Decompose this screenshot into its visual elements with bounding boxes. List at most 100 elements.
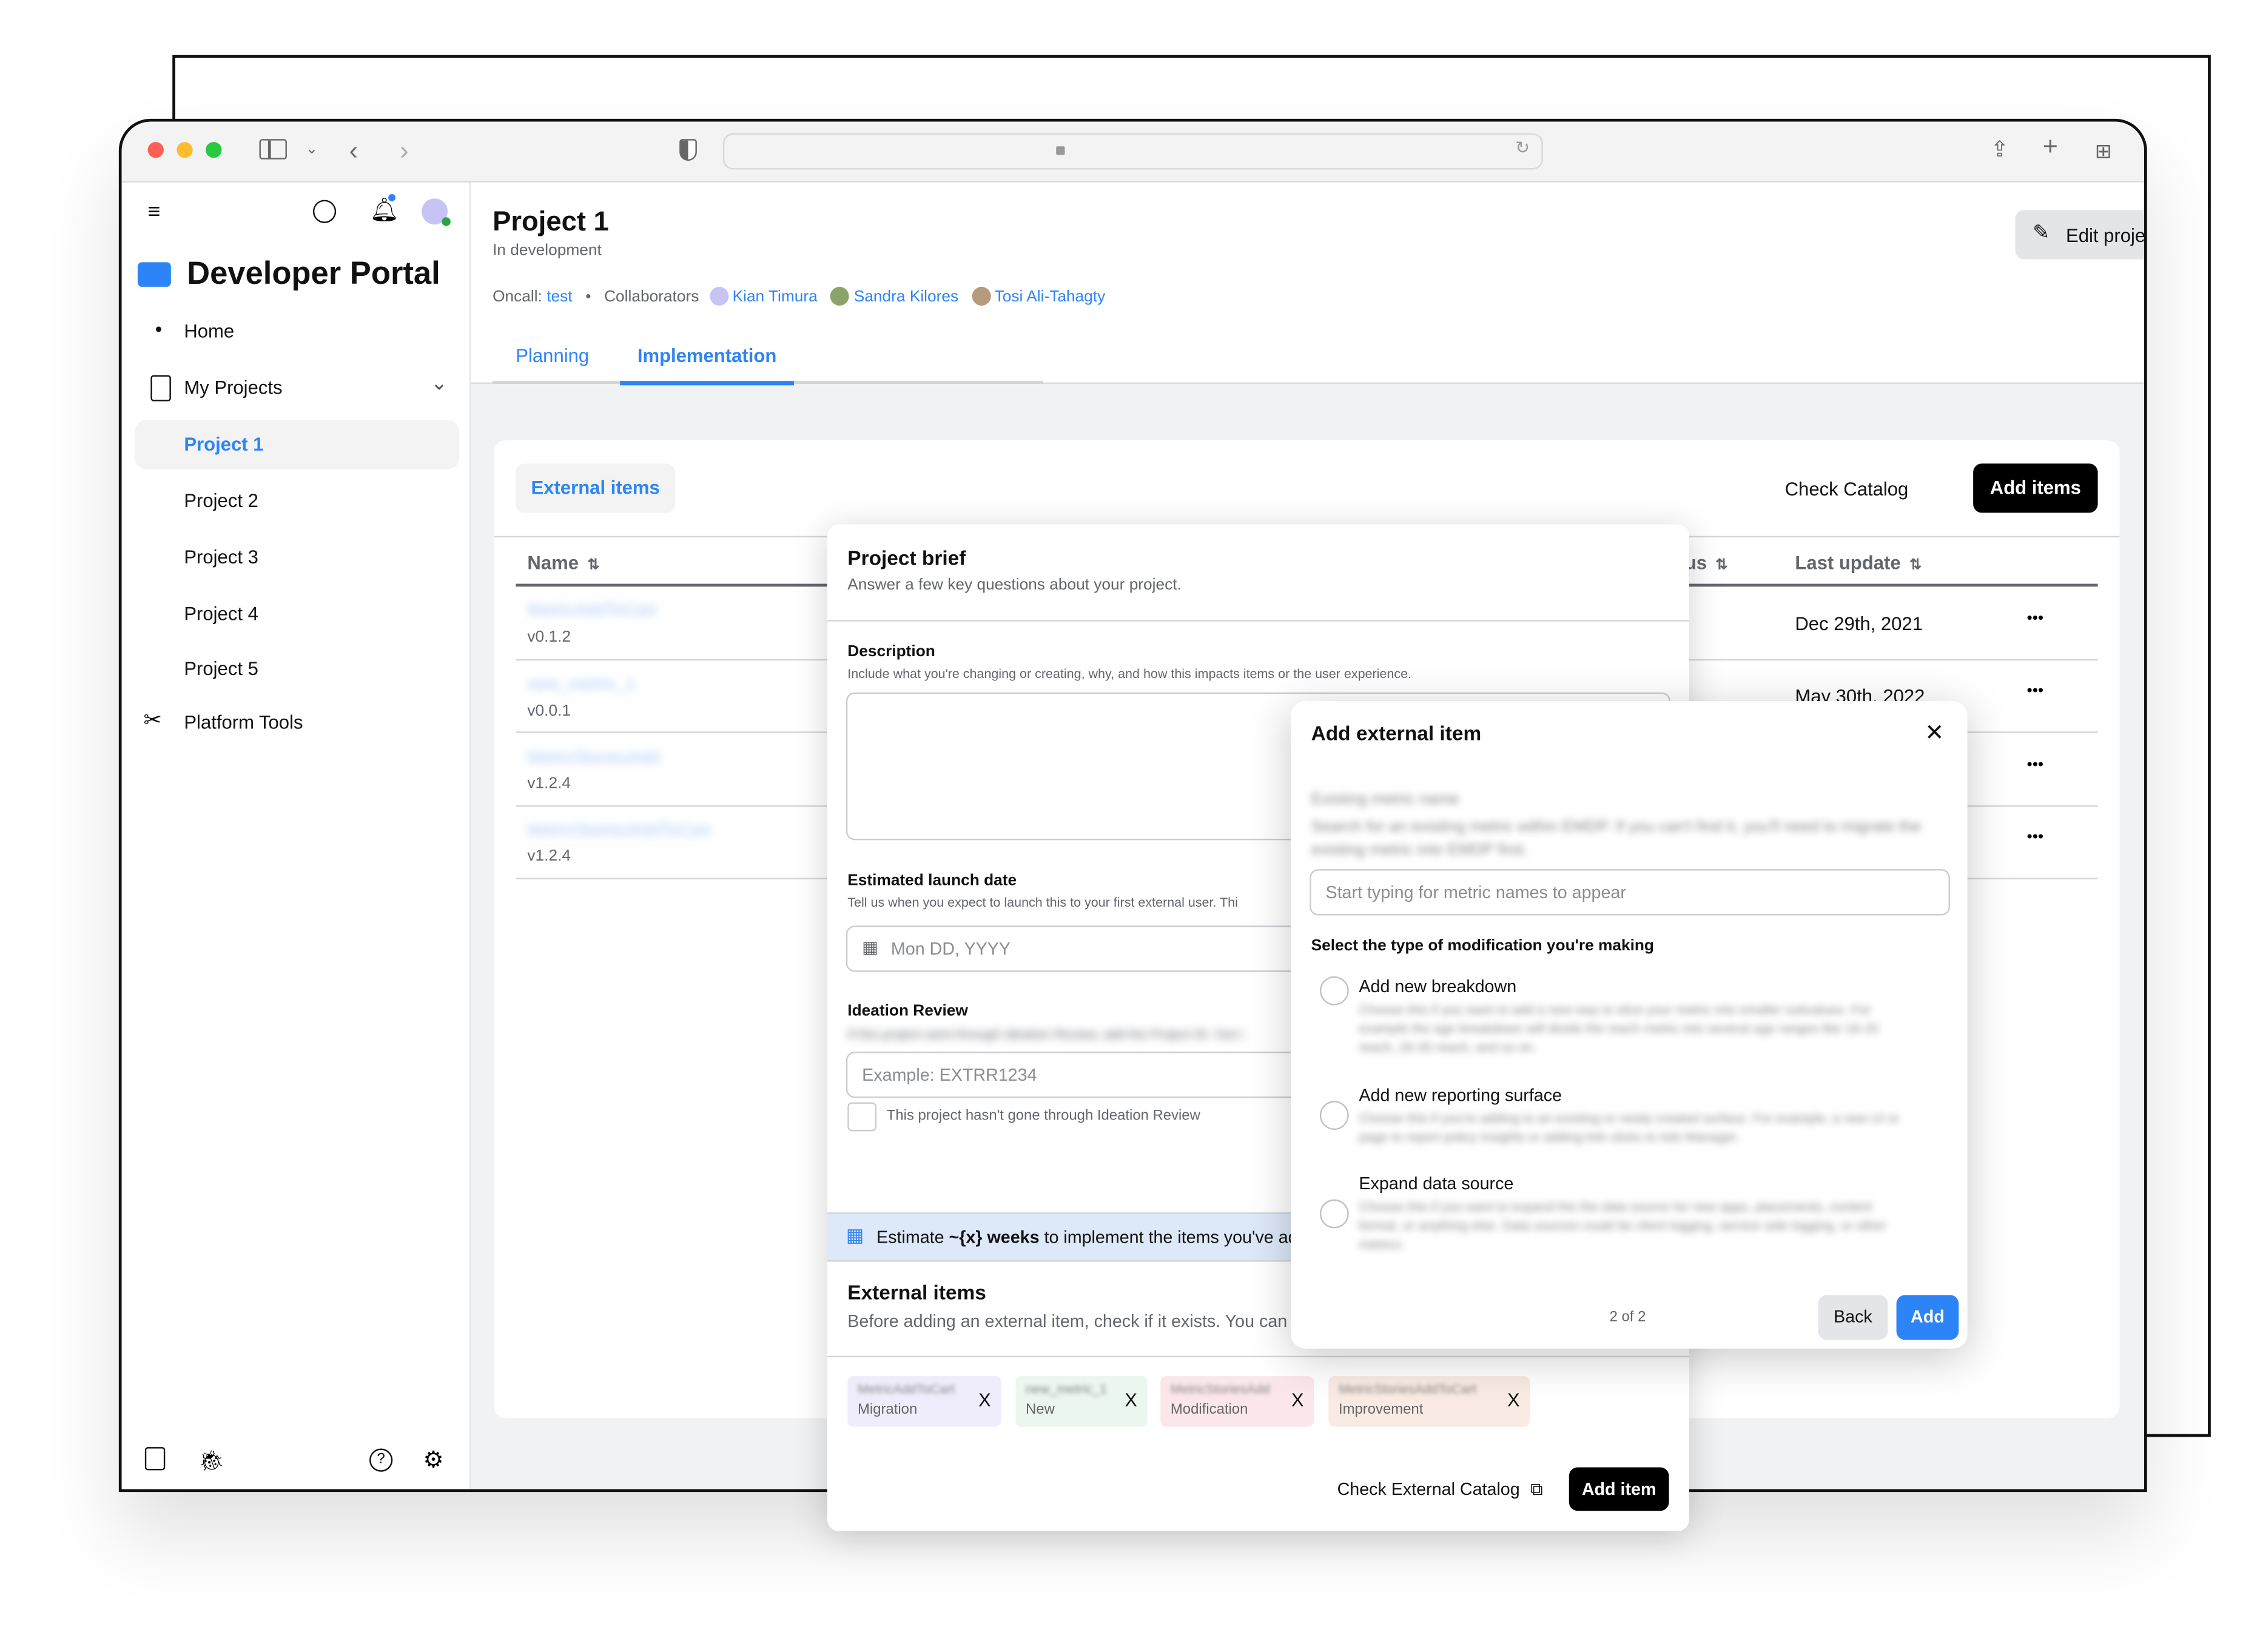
option-description: Choose this if you're adding to an exist…: [1359, 1110, 1900, 1144]
back-icon[interactable]: ‹: [349, 136, 358, 166]
ideation-review-checkbox-label: This project hasn't gone through Ideatio…: [886, 1108, 1200, 1124]
sidebar-item-home[interactable]: • Home: [135, 307, 459, 356]
column-header-last-update[interactable]: Last update ⇅: [1795, 552, 1922, 574]
row-menu-button[interactable]: •••: [2027, 682, 2044, 700]
app-title: Developer Portal: [187, 255, 440, 292]
tools-icon: ✂︎: [143, 708, 162, 733]
option-title: Add new breakdown: [1359, 976, 1517, 997]
sidebar-item-my-projects[interactable]: My Projects ⌄: [135, 364, 459, 413]
column-header-status[interactable]: us ⇅: [1685, 552, 1728, 574]
remove-chip-icon[interactable]: X: [978, 1389, 991, 1411]
bug-icon[interactable]: 🐞︎: [198, 1449, 224, 1474]
option-title: Add new reporting surface: [1359, 1084, 1562, 1106]
edit-project-button[interactable]: ✎ Edit project: [2015, 210, 2144, 260]
chip-type: Improvement: [1338, 1402, 1424, 1419]
ideation-review-help: If this project went through Ideation Re…: [847, 1027, 1243, 1042]
radio-button[interactable]: [1319, 1199, 1349, 1229]
row-name[interactable]: MetricStoriesAdd: [527, 747, 659, 767]
column-header-name[interactable]: Name ⇅: [527, 552, 599, 574]
menu-icon[interactable]: ≡: [148, 200, 161, 225]
sidebar-item-platform-tools[interactable]: ✂︎ Platform Tools: [135, 698, 459, 747]
separator: •: [585, 288, 591, 306]
chevron-down-icon[interactable]: ⌄: [306, 136, 318, 166]
check-external-catalog-link[interactable]: Check External Catalog ⧉: [1337, 1479, 1543, 1501]
external-items-tab[interactable]: External items: [516, 463, 676, 513]
sidebar-item-label: Project 1: [184, 433, 264, 455]
collapse-sidebar-icon[interactable]: [144, 1447, 166, 1471]
option-title: Expand data source: [1359, 1173, 1514, 1194]
avatar: [830, 286, 850, 306]
sort-icon: ⇅: [1909, 557, 1922, 574]
chip-type: Modification: [1170, 1402, 1248, 1419]
close-icon[interactable]: ✕: [1925, 719, 1944, 748]
sidebar-item-project-1[interactable]: Project 1: [135, 420, 460, 469]
row-version: v1.2.4: [527, 847, 571, 865]
page-title: Project 1: [493, 207, 609, 238]
external-items-title: External items: [847, 1280, 986, 1304]
row-menu-button[interactable]: •••: [2027, 756, 2044, 774]
collaborator-link[interactable]: Sandra Kilores: [854, 288, 958, 306]
external-item-chip[interactable]: MetricStoriesAddToCart Improvement X: [1328, 1376, 1530, 1427]
chat-icon[interactable]: [312, 200, 337, 223]
row-name[interactable]: MetricAddToCart: [527, 600, 656, 620]
row-menu-button[interactable]: •••: [2027, 828, 2044, 846]
address-bar[interactable]: ↻: [722, 133, 1543, 170]
step-indicator: 2 of 2: [1609, 1309, 1646, 1326]
zoom-window-button[interactable]: [206, 142, 222, 158]
share-icon[interactable]: ⇪: [1991, 136, 2009, 166]
sidebar-item-project-5[interactable]: Project 5: [135, 645, 459, 694]
ideation-review-checkbox[interactable]: [847, 1102, 877, 1132]
online-status-dot: [442, 217, 451, 226]
project-header: Project 1 In development Oncall: test • …: [471, 182, 2144, 386]
collaborator-link[interactable]: Kian Timura: [733, 288, 818, 306]
row-name[interactable]: new_metric_1: [527, 674, 635, 694]
sidebar-item-label: Platform Tools: [184, 711, 303, 733]
tab-overview-icon[interactable]: ⊞: [2095, 136, 2112, 166]
remove-chip-icon[interactable]: X: [1291, 1389, 1304, 1411]
chip-type: Migration: [857, 1402, 918, 1419]
metric-field-help: Search for an existing metric within EMD…: [1311, 818, 1922, 859]
help-icon[interactable]: ?: [369, 1448, 393, 1472]
row-name[interactable]: MetricStoriesAddToCart: [527, 820, 711, 840]
sidebar-toggle-icon[interactable]: [259, 139, 287, 159]
add-items-button[interactable]: Add items: [1973, 463, 2098, 513]
collaborator-link[interactable]: Tosi Ali-Tahagty: [995, 288, 1106, 306]
tab-planning[interactable]: Planning: [516, 344, 589, 366]
sidebar-item-project-4[interactable]: Project 4: [135, 589, 459, 639]
metric-search-input[interactable]: Start typing for metric names to appear: [1310, 869, 1950, 916]
add-item-button[interactable]: Add item: [1569, 1467, 1669, 1511]
check-catalog-button[interactable]: Check Catalog: [1785, 478, 1909, 500]
remove-chip-icon[interactable]: X: [1125, 1389, 1137, 1411]
back-button[interactable]: Back: [1818, 1295, 1888, 1340]
divider: [827, 1355, 1689, 1358]
add-button[interactable]: Add: [1896, 1295, 1959, 1340]
external-item-chip[interactable]: MetricStoriesAdd Modification X: [1160, 1376, 1314, 1427]
oncall-link[interactable]: test: [547, 288, 572, 306]
dialog-subtitle: Answer a few key questions about your pr…: [847, 576, 1182, 594]
settings-icon[interactable]: ⚙︎: [423, 1446, 443, 1475]
new-tab-icon[interactable]: +: [2043, 132, 2058, 161]
forward-icon[interactable]: ›: [400, 136, 408, 166]
radio-button[interactable]: [1319, 1101, 1349, 1130]
sidebar-item-label: Project 4: [184, 602, 258, 625]
external-item-chip[interactable]: MetricAddToCart Migration X: [847, 1376, 1001, 1427]
tab-implementation[interactable]: Implementation: [620, 344, 794, 386]
sidebar-item-project-3[interactable]: Project 3: [135, 533, 459, 582]
external-item-chip[interactable]: new_metric_1 New X: [1015, 1376, 1148, 1427]
ideation-review-placeholder: Example: EXTRR1234: [862, 1064, 1037, 1085]
sidebar-item-label: Project 3: [184, 546, 258, 568]
collaborators-label: Collaborators: [604, 288, 699, 306]
radio-button[interactable]: [1319, 976, 1349, 1006]
row-menu-button[interactable]: •••: [2027, 610, 2044, 628]
close-window-button[interactable]: [147, 142, 164, 158]
sidebar-item-project-2[interactable]: Project 2: [135, 477, 459, 526]
minimize-window-button[interactable]: [177, 142, 193, 158]
external-link-icon: ⧉: [1530, 1479, 1543, 1500]
chip-name: MetricStoriesAdd: [1170, 1382, 1270, 1397]
remove-chip-icon[interactable]: X: [1507, 1389, 1520, 1411]
shield-icon[interactable]: [679, 139, 697, 161]
reload-icon[interactable]: ↻: [1515, 138, 1530, 158]
chip-name: MetricStoriesAddToCart: [1338, 1382, 1476, 1397]
chevron-down-icon[interactable]: ⌄: [431, 371, 448, 395]
estimate-text: Estimate ~{x} weeks to implement the ite…: [876, 1227, 1298, 1247]
